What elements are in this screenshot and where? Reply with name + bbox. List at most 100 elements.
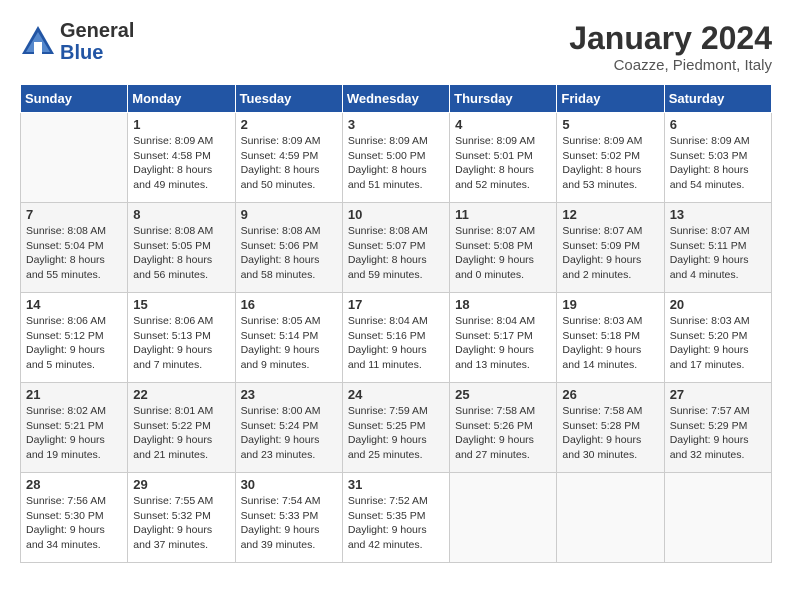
day-info: Sunrise: 7:54 AM Sunset: 5:33 PM Dayligh… xyxy=(241,494,337,553)
day-info: Sunrise: 8:03 AM Sunset: 5:20 PM Dayligh… xyxy=(670,314,766,373)
calendar-cell: 26 Sunrise: 7:58 AM Sunset: 5:28 PM Dayli… xyxy=(557,383,664,473)
day-number: 23 xyxy=(241,387,337,402)
day-number: 20 xyxy=(670,297,766,312)
week-row-1: 1 Sunrise: 8:09 AM Sunset: 4:58 PM Daylig… xyxy=(21,113,772,203)
day-info: Sunrise: 8:09 AM Sunset: 5:00 PM Dayligh… xyxy=(348,134,444,193)
weekday-header-tuesday: Tuesday xyxy=(235,85,342,113)
day-number: 1 xyxy=(133,117,229,132)
calendar-cell: 21Sunrise: 8:02 AM Sunset: 5:21 PM Dayli… xyxy=(21,383,128,473)
day-info: Sunrise: 7:58 AM Sunset: 5:26 PM Dayligh… xyxy=(455,404,551,463)
weekday-header-friday: Friday xyxy=(557,85,664,113)
weekday-header-thursday: Thursday xyxy=(450,85,557,113)
day-number: 19 xyxy=(562,297,658,312)
day-info: Sunrise: 8:07 AM Sunset: 5:08 PM Dayligh… xyxy=(455,224,551,283)
calendar-cell: 1 Sunrise: 8:09 AM Sunset: 4:58 PM Daylig… xyxy=(128,113,235,203)
day-number: 8 xyxy=(133,207,229,222)
calendar-cell: 25Sunrise: 7:58 AM Sunset: 5:26 PM Dayli… xyxy=(450,383,557,473)
logo-text: General Blue xyxy=(60,20,134,64)
weekday-header-sunday: Sunday xyxy=(21,85,128,113)
week-row-5: 28Sunrise: 7:56 AM Sunset: 5:30 PM Dayli… xyxy=(21,473,772,563)
day-number: 30 xyxy=(241,477,337,492)
page-header: General Blue January 2024 Coazze, Piedmo… xyxy=(20,20,772,74)
day-number: 11 xyxy=(455,207,551,222)
calendar-cell: 20 Sunrise: 8:03 AM Sunset: 5:20 PM Dayli… xyxy=(664,293,771,383)
day-info: Sunrise: 8:08 AM Sunset: 5:04 PM Dayligh… xyxy=(26,224,122,283)
day-info: Sunrise: 8:05 AM Sunset: 5:14 PM Dayligh… xyxy=(241,314,337,373)
day-number: 29 xyxy=(133,477,229,492)
weekday-header-wednesday: Wednesday xyxy=(342,85,449,113)
day-number: 16 xyxy=(241,297,337,312)
day-info: Sunrise: 8:04 AM Sunset: 5:17 PM Dayligh… xyxy=(455,314,551,373)
day-info: Sunrise: 8:09 AM Sunset: 4:58 PM Dayligh… xyxy=(133,134,229,193)
day-number: 2 xyxy=(241,117,337,132)
logo-blue: Blue xyxy=(60,42,134,64)
calendar-cell: 13Sunrise: 8:07 AM Sunset: 5:11 PM Dayli… xyxy=(664,203,771,293)
day-info: Sunrise: 8:09 AM Sunset: 5:02 PM Dayligh… xyxy=(562,134,658,193)
calendar-cell: 11 Sunrise: 8:07 AM Sunset: 5:08 PM Dayli… xyxy=(450,203,557,293)
day-number: 24 xyxy=(348,387,444,402)
day-number: 6 xyxy=(670,117,766,132)
calendar-header: SundayMondayTuesdayWednesdayThursdayFrid… xyxy=(21,85,772,113)
calendar-cell: 23Sunrise: 8:00 AM Sunset: 5:24 PM Dayli… xyxy=(235,383,342,473)
calendar-body: 1 Sunrise: 8:09 AM Sunset: 4:58 PM Daylig… xyxy=(21,113,772,563)
day-number: 22 xyxy=(133,387,229,402)
calendar-cell: 3Sunrise: 8:09 AM Sunset: 5:00 PM Daylig… xyxy=(342,113,449,203)
day-info: Sunrise: 8:09 AM Sunset: 5:01 PM Dayligh… xyxy=(455,134,551,193)
calendar-cell: 6 Sunrise: 8:09 AM Sunset: 5:03 PM Daylig… xyxy=(664,113,771,203)
day-info: Sunrise: 8:06 AM Sunset: 5:13 PM Dayligh… xyxy=(133,314,229,373)
day-number: 4 xyxy=(455,117,551,132)
day-info: Sunrise: 8:02 AM Sunset: 5:21 PM Dayligh… xyxy=(26,404,122,463)
day-info: Sunrise: 8:08 AM Sunset: 5:06 PM Dayligh… xyxy=(241,224,337,283)
calendar-cell: 5 Sunrise: 8:09 AM Sunset: 5:02 PM Daylig… xyxy=(557,113,664,203)
calendar-cell xyxy=(557,473,664,563)
day-info: Sunrise: 7:59 AM Sunset: 5:25 PM Dayligh… xyxy=(348,404,444,463)
calendar-cell xyxy=(21,113,128,203)
calendar-cell: 29 Sunrise: 7:55 AM Sunset: 5:32 PM Dayli… xyxy=(128,473,235,563)
day-number: 15 xyxy=(133,297,229,312)
day-number: 5 xyxy=(562,117,658,132)
day-info: Sunrise: 7:55 AM Sunset: 5:32 PM Dayligh… xyxy=(133,494,229,553)
day-number: 12 xyxy=(562,207,658,222)
day-info: Sunrise: 8:09 AM Sunset: 5:03 PM Dayligh… xyxy=(670,134,766,193)
calendar-cell xyxy=(664,473,771,563)
logo-icon xyxy=(20,24,56,60)
calendar-cell: 18 Sunrise: 8:04 AM Sunset: 5:17 PM Dayli… xyxy=(450,293,557,383)
day-number: 18 xyxy=(455,297,551,312)
day-info: Sunrise: 8:03 AM Sunset: 5:18 PM Dayligh… xyxy=(562,314,658,373)
day-info: Sunrise: 7:58 AM Sunset: 5:28 PM Dayligh… xyxy=(562,404,658,463)
week-row-2: 7Sunrise: 8:08 AM Sunset: 5:04 PM Daylig… xyxy=(21,203,772,293)
calendar-cell: 9Sunrise: 8:08 AM Sunset: 5:06 PM Daylig… xyxy=(235,203,342,293)
calendar-cell: 14 Sunrise: 8:06 AM Sunset: 5:12 PM Dayli… xyxy=(21,293,128,383)
location: Coazze, Piedmont, Italy xyxy=(569,57,772,74)
calendar-cell: 15 Sunrise: 8:06 AM Sunset: 5:13 PM Dayli… xyxy=(128,293,235,383)
weekday-row: SundayMondayTuesdayWednesdayThursdayFrid… xyxy=(21,85,772,113)
day-number: 28 xyxy=(26,477,122,492)
logo: General Blue xyxy=(20,20,134,64)
calendar: SundayMondayTuesdayWednesdayThursdayFrid… xyxy=(20,84,772,563)
calendar-cell: 10Sunrise: 8:08 AM Sunset: 5:07 PM Dayli… xyxy=(342,203,449,293)
day-info: Sunrise: 8:07 AM Sunset: 5:11 PM Dayligh… xyxy=(670,224,766,283)
day-info: Sunrise: 8:09 AM Sunset: 4:59 PM Dayligh… xyxy=(241,134,337,193)
weekday-header-saturday: Saturday xyxy=(664,85,771,113)
day-info: Sunrise: 8:06 AM Sunset: 5:12 PM Dayligh… xyxy=(26,314,122,373)
calendar-cell: 7Sunrise: 8:08 AM Sunset: 5:04 PM Daylig… xyxy=(21,203,128,293)
calendar-cell: 16 Sunrise: 8:05 AM Sunset: 5:14 PM Dayli… xyxy=(235,293,342,383)
day-number: 26 xyxy=(562,387,658,402)
month-title: January 2024 xyxy=(569,20,772,57)
calendar-cell: 17Sunrise: 8:04 AM Sunset: 5:16 PM Dayli… xyxy=(342,293,449,383)
day-info: Sunrise: 8:08 AM Sunset: 5:05 PM Dayligh… xyxy=(133,224,229,283)
title-area: January 2024 Coazze, Piedmont, Italy xyxy=(569,20,772,74)
calendar-cell: 4 Sunrise: 8:09 AM Sunset: 5:01 PM Daylig… xyxy=(450,113,557,203)
weekday-header-monday: Monday xyxy=(128,85,235,113)
day-number: 27 xyxy=(670,387,766,402)
calendar-cell: 24 Sunrise: 7:59 AM Sunset: 5:25 PM Dayli… xyxy=(342,383,449,473)
calendar-cell: 2 Sunrise: 8:09 AM Sunset: 4:59 PM Daylig… xyxy=(235,113,342,203)
day-info: Sunrise: 8:08 AM Sunset: 5:07 PM Dayligh… xyxy=(348,224,444,283)
calendar-cell: 30 Sunrise: 7:54 AM Sunset: 5:33 PM Dayli… xyxy=(235,473,342,563)
day-number: 14 xyxy=(26,297,122,312)
calendar-cell: 19 Sunrise: 8:03 AM Sunset: 5:18 PM Dayli… xyxy=(557,293,664,383)
day-number: 31 xyxy=(348,477,444,492)
calendar-cell: 27Sunrise: 7:57 AM Sunset: 5:29 PM Dayli… xyxy=(664,383,771,473)
week-row-4: 21Sunrise: 8:02 AM Sunset: 5:21 PM Dayli… xyxy=(21,383,772,473)
calendar-cell: 28Sunrise: 7:56 AM Sunset: 5:30 PM Dayli… xyxy=(21,473,128,563)
